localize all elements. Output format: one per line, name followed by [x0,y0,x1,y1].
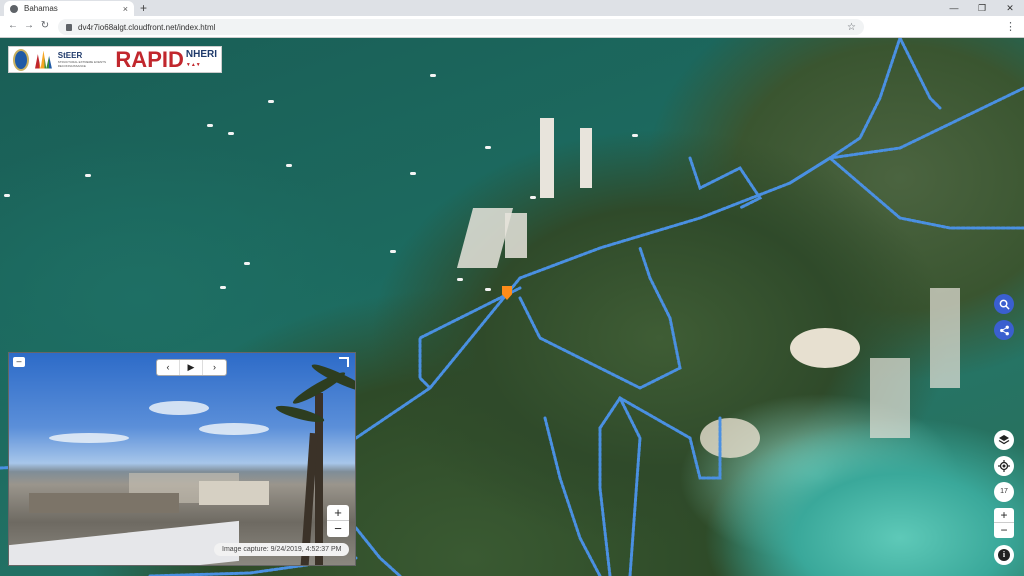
forward-button[interactable]: → [22,20,36,31]
browser-toolbar: ← → ↻ dv4r7io68algt.cloudfront.net/index… [0,16,1024,38]
locate-icon [998,460,1010,472]
rapid-title: RAPID [115,46,184,72]
storm-debris [29,493,179,513]
locate-button[interactable] [994,456,1014,476]
survey-route[interactable] [898,38,942,110]
expand-panel-icon[interactable] [339,357,349,367]
street-view-panel[interactable]: – ‹ ▶ › + − Image capture: 9/24/2019, 4:… [8,352,356,566]
cloud [49,433,129,443]
damaged-roof [9,520,239,565]
share-button[interactable] [994,320,1014,340]
play-button[interactable]: ▶ [180,360,203,375]
survey-route[interactable] [788,38,902,185]
map-zoom-control: + − [994,508,1014,538]
rapid-logo: StEER STRUCTURAL EXTREME EVENTS RECONNAI… [8,46,222,73]
new-tab-button[interactable]: + [140,1,147,15]
info-icon: i [998,549,1010,561]
steer-logo-text: StEER STRUCTURAL EXTREME EVENTS RECONNAI… [57,50,110,68]
survey-route[interactable] [598,396,722,480]
bookmark-star-icon[interactable]: ☆ [847,22,856,33]
address-bar[interactable]: dv4r7io68algt.cloudfront.net/index.html … [58,19,864,35]
storm-debris [199,481,269,505]
minimize-button[interactable]: — [940,0,968,16]
globe-icon [10,4,18,13]
nheri-logo-text: NHERI ▼▲▼ [185,48,217,70]
image-capture-timestamp: Image capture: 9/24/2019, 4:52:37 PM [214,543,350,556]
survey-route[interactable] [354,526,402,576]
survey-route[interactable] [688,156,763,210]
panel-zoom-in-button[interactable]: + [327,505,349,521]
skyline-logo-icon [35,50,52,69]
browser-menu-button[interactable]: ⋮ [1005,20,1016,33]
survey-route[interactable] [828,156,1024,230]
collapse-panel-button[interactable]: – [13,357,25,367]
previous-image-button[interactable]: ‹ [157,360,180,375]
survey-route[interactable] [354,86,1024,440]
map-zoom-out-button[interactable]: − [994,523,1014,538]
browser-tab-bar: Bahamas × + — ❐ ✕ [0,0,1024,16]
tab-title: Bahamas [24,4,58,13]
image-navigation: ‹ ▶ › [156,359,227,376]
survey-route[interactable] [543,416,602,576]
layers-button[interactable] [994,430,1014,450]
share-icon [999,325,1009,335]
cloud [149,401,209,415]
steer-subtitle: STRUCTURAL EXTREME EVENTS RECONNAISSANCE [57,59,106,68]
steer-title: StEER [57,50,83,60]
satellite-map[interactable]: StEER STRUCTURAL EXTREME EVENTS RECONNAI… [0,38,1024,576]
url-text[interactable]: dv4r7io68algt.cloudfront.net/index.html [78,23,847,32]
maximize-button[interactable]: ❐ [968,0,996,16]
zoom-level-indicator: 17 [994,482,1014,502]
nheri-title: NHERI [185,48,217,60]
nsf-seal-icon [13,48,30,71]
lock-icon [66,23,72,31]
survey-route[interactable] [598,426,612,576]
browser-tab[interactable]: Bahamas × [4,1,134,16]
nheri-triangles-icon: ▼▲▼ [185,61,201,68]
search-icon [999,299,1010,310]
info-button[interactable]: i [994,545,1014,565]
map-zoom-in-button[interactable]: + [994,508,1014,523]
panel-zoom-control: + − [327,505,349,537]
next-image-button[interactable]: › [203,360,226,375]
close-window-button[interactable]: ✕ [996,0,1024,16]
reload-button[interactable]: ↻ [38,20,52,31]
search-button[interactable] [994,294,1014,314]
tab-close-button[interactable]: × [123,4,128,14]
cloud [199,423,269,435]
survey-route[interactable] [618,396,642,576]
back-button[interactable]: ← [6,20,20,31]
panel-zoom-out-button[interactable]: − [327,521,349,537]
layers-icon [998,435,1010,445]
